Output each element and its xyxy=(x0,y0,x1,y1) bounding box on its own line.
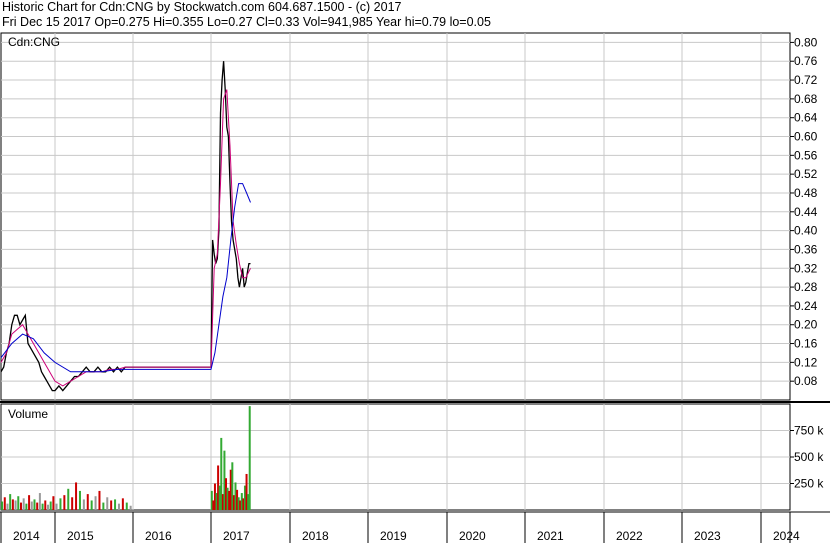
volume-bar xyxy=(44,500,47,510)
volume-bar xyxy=(22,498,25,510)
x-tick-label: 2014 xyxy=(13,529,40,543)
x-tick-label: 2016 xyxy=(145,529,172,543)
volume-bar xyxy=(9,494,12,510)
volume-bar xyxy=(129,505,132,510)
price-tick-label: 0.20 xyxy=(794,318,818,332)
volume-bar xyxy=(110,500,113,510)
volume-bar xyxy=(75,482,78,510)
x-tick-label: 2015 xyxy=(67,529,94,543)
volume-tick-label: 250 k xyxy=(794,477,824,491)
stock-chart: 0.08 0.12 0.16 0.20 0.24 0.28 0.32 0.36 0.40 0.44… xyxy=(0,32,830,543)
volume-bar xyxy=(102,502,105,510)
volume-bar xyxy=(94,496,97,510)
volume-bar xyxy=(33,499,36,510)
price-panel-label: Cdn:CNG xyxy=(8,35,60,49)
volume-bar xyxy=(28,495,31,510)
volume-bar xyxy=(52,496,55,510)
volume-bar xyxy=(25,503,28,510)
x-tick-label: 2019 xyxy=(380,529,407,543)
price-tick-label: 0.56 xyxy=(794,148,818,162)
volume-bar xyxy=(36,502,39,510)
volume-bar xyxy=(49,501,52,510)
x-tick-label: 2018 xyxy=(302,529,329,543)
price-panel-frame xyxy=(0,32,791,401)
x-tick-label: 2021 xyxy=(537,529,564,543)
price-tick-label: 0.68 xyxy=(794,92,818,106)
volume-bar xyxy=(78,490,81,510)
volume-bar xyxy=(121,498,124,510)
volume-panel-label: Volume xyxy=(8,407,48,421)
volume-bar xyxy=(30,501,33,510)
volume-bar xyxy=(90,500,93,510)
x-tick-label: 2023 xyxy=(694,529,721,543)
volume-bar xyxy=(14,500,17,510)
volume-bar xyxy=(117,503,120,510)
volume-bar xyxy=(1,501,4,510)
volume-bar xyxy=(41,503,44,510)
volume-bar xyxy=(98,490,101,510)
price-tick-label: 0.24 xyxy=(794,299,818,313)
x-tick-label: 2017 xyxy=(223,529,250,543)
price-tick-label: 0.12 xyxy=(794,355,818,369)
volume-bar xyxy=(67,488,70,510)
volume-bar xyxy=(248,406,251,510)
volume-bar xyxy=(38,493,41,510)
price-tick-label: 0.32 xyxy=(794,261,818,275)
volume-bar xyxy=(11,499,14,510)
price-tick-label: 0.16 xyxy=(794,337,818,351)
volume-bar xyxy=(6,503,9,510)
volume-bar xyxy=(86,494,89,510)
price-tick-label: 0.80 xyxy=(794,35,818,49)
x-tick-label: 2020 xyxy=(459,529,486,543)
price-tick-label: 0.72 xyxy=(794,73,818,87)
volume-bar xyxy=(3,497,6,510)
price-tick-label: 0.64 xyxy=(794,111,818,125)
price-tick-label: 0.48 xyxy=(794,186,818,200)
volume-tick-label: 500 k xyxy=(794,450,824,464)
price-tick-label: 0.28 xyxy=(794,280,818,294)
volume-bar xyxy=(106,497,109,510)
price-tick-label: 0.60 xyxy=(794,130,818,144)
volume-bar xyxy=(125,502,128,510)
price-tick-label: 0.52 xyxy=(794,167,818,181)
price-tick-label: 0.08 xyxy=(794,374,818,388)
volume-bar xyxy=(55,503,58,510)
price-tick-label: 0.76 xyxy=(794,54,818,68)
volume-bar xyxy=(46,504,49,510)
volume-bar xyxy=(19,502,22,510)
volume-bar xyxy=(71,497,74,510)
volume-bar xyxy=(63,495,66,510)
volume-tick-label: 750 k xyxy=(794,424,824,438)
volume-bar xyxy=(17,496,20,510)
price-tick-label: 0.44 xyxy=(794,205,818,219)
x-tick-label: 2022 xyxy=(616,529,643,543)
volume-bar xyxy=(114,499,117,510)
x-tick-label: 2024 xyxy=(773,529,800,543)
price-tick-label: 0.40 xyxy=(794,224,818,238)
price-tick-label: 0.36 xyxy=(794,242,818,256)
volume-bar xyxy=(82,499,85,510)
volume-bar xyxy=(59,498,62,510)
